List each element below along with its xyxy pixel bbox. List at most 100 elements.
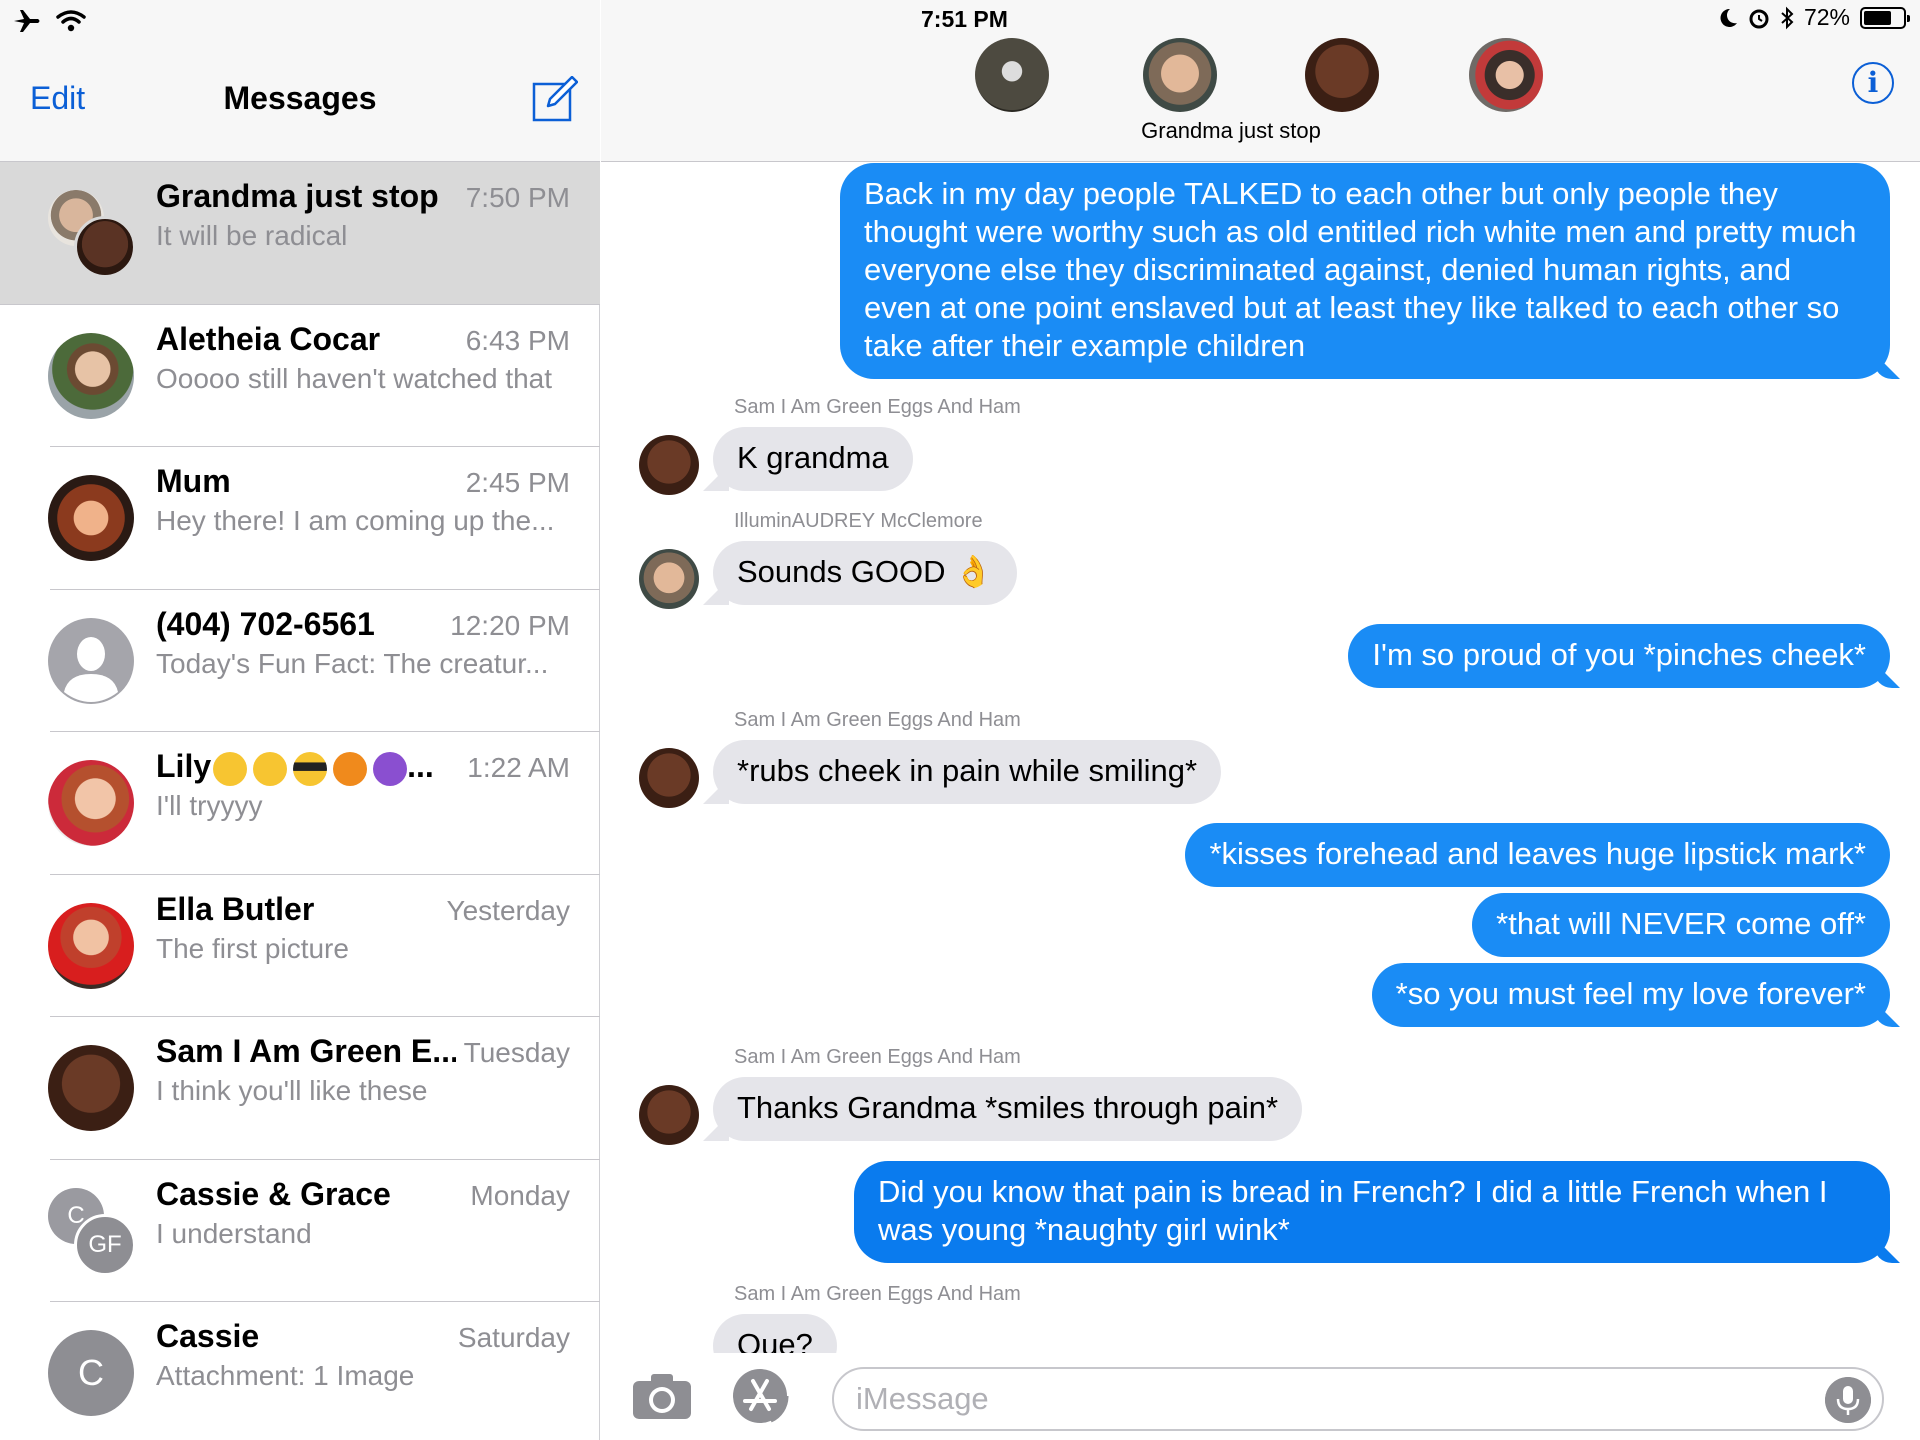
initials-avatar: GF xyxy=(74,1213,136,1276)
sender-name: Sam I Am Green Eggs And Ham xyxy=(734,1283,1021,1305)
sender-name: IlluminAUDREY McClemore xyxy=(734,510,983,532)
do-not-disturb-moon-icon xyxy=(1720,8,1737,27)
sender-avatar[interactable] xyxy=(639,549,699,609)
incoming-message[interactable]: K grandma xyxy=(713,427,913,491)
incoming-message[interactable]: Que? xyxy=(713,1314,837,1353)
participant-avatar[interactable] xyxy=(1469,38,1543,112)
microphone-icon[interactable] xyxy=(1825,1377,1871,1423)
outgoing-message[interactable]: I'm so proud of you *pinches cheek* xyxy=(1348,624,1890,688)
conversation-preview: Hey there! I am coming up the... xyxy=(156,505,555,536)
info-icon[interactable]: i xyxy=(1852,62,1894,104)
conversation-row-phone-number[interactable]: (404) 702-6561 12:20 PM Today's Fun Fact… xyxy=(0,590,600,732)
outgoing-message[interactable]: *that will NEVER come off* xyxy=(1472,893,1890,957)
conversation-list: Grandma just stop 7:50 PM It will be rad… xyxy=(0,162,600,1440)
conversation-name: Mum xyxy=(156,463,231,499)
group-initials-avatar: C GF xyxy=(48,1187,136,1276)
page-title: Messages xyxy=(223,80,377,116)
conversation-name: Sam I Am Green E... xyxy=(156,1033,456,1069)
compose-icon[interactable] xyxy=(532,76,578,122)
app-store-icon[interactable] xyxy=(731,1367,793,1425)
squinting-tongue-emoji-icon xyxy=(213,751,248,786)
conversation-header: 7:51 PM 72% Grandma just stop i xyxy=(601,0,1920,162)
conversation-row-aletheia-cocar[interactable]: Aletheia Cocar 6:43 PM Ooooo still haven… xyxy=(0,305,600,447)
battery-level xyxy=(1864,10,1892,25)
conversation-row-cassie-and-grace[interactable]: C GF Cassie & Grace Monday I understand xyxy=(0,1160,600,1302)
alarm-clock-icon xyxy=(1749,9,1769,28)
sender-name: Sam I Am Green Eggs And Ham xyxy=(734,396,1021,418)
avatar xyxy=(48,760,134,846)
outgoing-message[interactable]: *kisses forehead and leaves huge lipstic… xyxy=(1185,823,1890,887)
conversation-time: Tuesday xyxy=(463,1037,570,1068)
participant-avatar[interactable] xyxy=(1143,38,1217,112)
avatar xyxy=(48,475,134,561)
default-contact-icon xyxy=(48,617,134,704)
outgoing-message[interactable]: Did you know that pain is bread in Frenc… xyxy=(854,1161,1890,1263)
group-name[interactable]: Grandma just stop xyxy=(1021,118,1441,144)
sender-avatar[interactable] xyxy=(639,1085,699,1145)
avatar xyxy=(74,216,136,278)
status-bar-left xyxy=(12,6,86,36)
camera-icon[interactable] xyxy=(631,1371,693,1421)
conversation-name: Grandma just stop xyxy=(156,178,439,214)
conversation-row-cassie[interactable]: C Cassie Saturday Attachment: 1 Image xyxy=(0,1302,600,1440)
sender-avatar[interactable] xyxy=(639,748,699,808)
avatar xyxy=(48,1045,134,1131)
conversation-name: Lily ... xyxy=(156,748,456,786)
sender-name: Sam I Am Green Eggs And Ham xyxy=(734,709,1021,731)
battery-icon xyxy=(1860,6,1910,29)
conversation-time: Monday xyxy=(470,1179,570,1211)
tongue-out-emoji-icon xyxy=(253,751,288,786)
initials-avatar: C xyxy=(48,1330,134,1416)
sunglasses-emoji-icon xyxy=(293,751,328,786)
composer-bar xyxy=(601,1353,1920,1440)
conversation-time: 7:50 PM xyxy=(465,182,570,213)
participant-avatar[interactable] xyxy=(975,38,1049,112)
conversation-name: Aletheia Cocar xyxy=(156,320,381,357)
conversation-preview: Today's Fun Fact: The creatur... xyxy=(156,647,549,679)
airplane-mode-icon xyxy=(14,10,40,32)
status-bar-right: 72% xyxy=(1718,4,1910,31)
conversation-pane: 7:51 PM 72% Grandma just stop i Back in … xyxy=(601,0,1920,1440)
conversation-name-text: Lily xyxy=(156,748,212,784)
conversation-preview: It will be radical xyxy=(156,220,348,251)
incoming-message[interactable]: Thanks Grandma *smiles through pain* xyxy=(713,1077,1303,1141)
conversation-preview: The first picture xyxy=(156,932,349,964)
avatar xyxy=(48,332,134,419)
sender-avatar[interactable] xyxy=(639,435,699,495)
conversation-sidebar: Edit Messages Grandma just stop 7:50 PM … xyxy=(0,0,600,1440)
conversation-preview: I think you'll like these xyxy=(156,1075,428,1106)
status-time: 7:51 PM xyxy=(921,6,1008,32)
conversation-row-mum[interactable]: Mum 2:45 PM Hey there! I am coming up th… xyxy=(0,447,600,590)
conversation-preview: Ooooo still haven't watched that xyxy=(156,362,553,394)
wifi-icon xyxy=(56,10,86,32)
smiling-devil-emoji-icon xyxy=(373,751,408,786)
sidebar-header: Edit Messages xyxy=(0,0,600,162)
conversation-name: Cassie & Grace xyxy=(156,1175,391,1212)
sender-name: Sam I Am Green Eggs And Ham xyxy=(734,1046,1021,1068)
conversation-row-ella-butler[interactable]: Ella Butler Yesterday The first picture xyxy=(0,875,600,1017)
conversation-row-grandma-just-stop[interactable]: Grandma just stop 7:50 PM It will be rad… xyxy=(0,162,600,305)
outgoing-message[interactable]: Back in my day people TALKED to each oth… xyxy=(840,163,1890,379)
conversation-time: Saturday xyxy=(457,1322,570,1353)
conversation-time: Yesterday xyxy=(446,894,571,926)
conversation-row-sam-i-am[interactable]: Sam I Am Green E... Tuesday I think you'… xyxy=(0,1017,600,1160)
incoming-message[interactable]: *rubs cheek in pain while smiling* xyxy=(713,740,1222,804)
message-thread[interactable]: Back in my day people TALKED to each oth… xyxy=(601,163,1920,1353)
incoming-message[interactable]: Sounds GOOD 👌 xyxy=(713,541,1017,605)
name-ellipsis: ... xyxy=(407,748,434,784)
participant-avatar[interactable] xyxy=(1305,38,1379,112)
conversation-name: (404) 702-6561 xyxy=(156,605,375,642)
conversation-row-lily[interactable]: Lily ... 1:22 AM I'll tryyyy xyxy=(0,732,600,875)
initials-avatar-letter: C xyxy=(48,1330,134,1416)
name-emojis xyxy=(213,751,408,786)
conversation-name: Cassie xyxy=(156,1318,260,1354)
imessage-input[interactable] xyxy=(832,1367,1884,1431)
bluetooth-icon xyxy=(1781,6,1794,29)
conversation-name: Ella Butler xyxy=(156,890,315,927)
group-avatar xyxy=(48,190,136,278)
outgoing-message[interactable]: *so you must feel my love forever* xyxy=(1371,963,1890,1027)
conversation-preview: Attachment: 1 Image xyxy=(156,1360,415,1391)
conversation-preview: I'll tryyyy xyxy=(156,790,263,821)
conversation-time: 1:22 AM xyxy=(467,752,570,783)
conversation-time: 6:43 PM xyxy=(465,324,570,356)
